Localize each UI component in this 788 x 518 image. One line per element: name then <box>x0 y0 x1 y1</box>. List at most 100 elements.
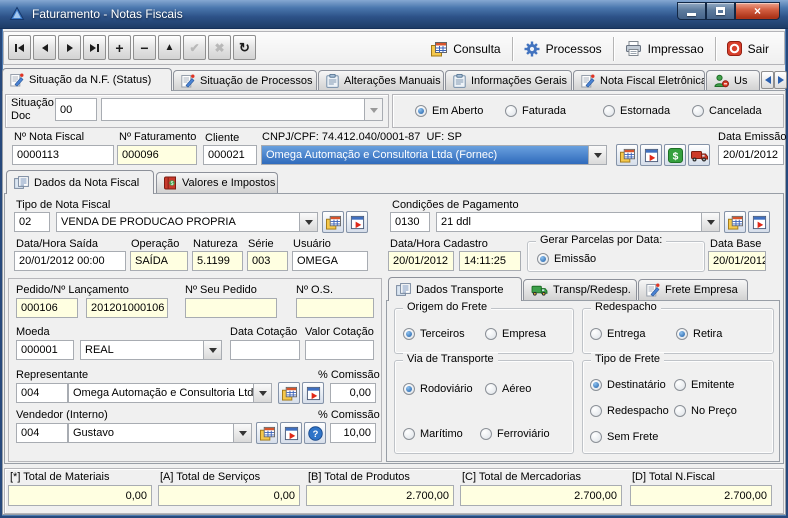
chevron-down-icon[interactable] <box>588 146 606 164</box>
radio-estornada[interactable]: Estornada <box>603 104 670 118</box>
pedido-num-input[interactable]: 201201000106 <box>86 298 168 318</box>
chevron-down-icon[interactable] <box>701 213 719 231</box>
last-record-button[interactable] <box>83 35 106 60</box>
situacao-desc-combo[interactable] <box>101 98 383 121</box>
condicoes-lookup-button[interactable] <box>724 211 746 233</box>
first-record-button[interactable] <box>8 35 31 60</box>
situacao-code-input[interactable]: 00 <box>55 98 97 121</box>
radio-maritimo[interactable]: Marítimo <box>403 427 463 441</box>
valor-cotacao-input[interactable] <box>305 340 374 360</box>
operacao-input[interactable]: SAÍDA <box>130 251 188 271</box>
nota-fiscal-input[interactable]: 0000113 <box>12 145 114 165</box>
faturamento-input[interactable]: 000096 <box>117 145 197 165</box>
radio-emitente[interactable]: Emitente <box>674 378 734 392</box>
serie-input[interactable]: 003 <box>247 251 288 271</box>
comissao1-input[interactable]: 0,00 <box>330 383 376 403</box>
radio-destinatario[interactable]: Destinatário <box>590 378 666 392</box>
radio-aereo[interactable]: Aéreo <box>485 382 531 396</box>
prior-record-button[interactable] <box>33 35 56 60</box>
maximize-button[interactable] <box>706 2 735 20</box>
radio-redespacho-frete[interactable]: Redespacho <box>590 404 669 418</box>
radio-empresa[interactable]: Empresa <box>485 327 546 341</box>
tab-scroll-right-button[interactable] <box>774 71 787 89</box>
tipo-lookup-button[interactable] <box>322 211 344 233</box>
cliente-open-form-button[interactable] <box>640 144 662 166</box>
tab-scroll-left-button[interactable] <box>761 71 774 89</box>
condicoes-combo[interactable]: 21 ddl <box>436 212 720 232</box>
tab-situacao-nf-status[interactable]: Situação da N.F. (Status) <box>2 68 172 91</box>
radio-entrega[interactable]: Entrega <box>590 327 646 341</box>
tab-informacoes-gerais[interactable]: Informações Gerais <box>445 70 572 90</box>
cliente-lookup-button[interactable] <box>616 144 638 166</box>
data-base-input[interactable]: 20/01/2012 <box>708 251 766 271</box>
chevron-down-icon[interactable] <box>364 99 382 120</box>
edit-record-button[interactable]: ▲ <box>158 35 181 60</box>
representante-cod-input[interactable]: 004 <box>16 383 68 403</box>
next-record-button[interactable] <box>58 35 81 60</box>
tab-dados-transporte[interactable]: Dados Transporte <box>388 277 522 301</box>
sair-button[interactable]: Sair <box>716 35 780 62</box>
radio-em-aberto[interactable]: Em Aberto <box>415 104 483 118</box>
natureza-input[interactable]: 5.1199 <box>192 251 243 271</box>
radio-rodoviario[interactable]: Rodoviário <box>403 382 473 396</box>
tab-valores-impostos[interactable]: $ Valores e Impostos <box>156 172 278 193</box>
chevron-down-icon[interactable] <box>253 384 271 402</box>
representante-lookup-button[interactable] <box>278 382 300 404</box>
cliente-transporte-button[interactable] <box>688 144 710 166</box>
os-input[interactable] <box>296 298 374 318</box>
refresh-record-button[interactable]: ↻ <box>233 35 256 60</box>
saida-input[interactable]: 20/01/2012 00:00 <box>14 251 126 271</box>
radio-emissao[interactable]: Emissão <box>537 252 596 266</box>
vendedor-cod-input[interactable]: 004 <box>16 423 68 443</box>
vendedor-lookup-button[interactable] <box>256 422 278 444</box>
usuario-input[interactable]: OMEGA <box>292 251 368 271</box>
moeda-cod-input[interactable]: 000001 <box>16 340 74 360</box>
tab-alteracoes-manuais[interactable]: Alterações Manuais <box>318 70 444 90</box>
radio-ferroviario[interactable]: Ferroviário <box>480 427 550 441</box>
representante-open-form-button[interactable] <box>302 382 324 404</box>
cliente-combo[interactable]: Omega Automação e Consultoria Ltda (Forn… <box>261 145 607 165</box>
chevron-down-icon[interactable] <box>233 424 251 442</box>
post-record-button[interactable]: ✔ <box>183 35 206 60</box>
close-button[interactable]: × <box>735 2 780 20</box>
minimize-button[interactable] <box>677 2 706 20</box>
radio-cancelada[interactable]: Cancelada <box>692 104 762 118</box>
processos-button[interactable]: Processos <box>513 35 613 62</box>
vendedor-combo[interactable]: Gustavo <box>68 423 252 443</box>
vendedor-help-button[interactable]: ? <box>304 422 326 444</box>
cadastro-hora-input[interactable]: 14:11:25 <box>459 251 521 271</box>
cadastro-data-input[interactable]: 20/01/2012 <box>388 251 454 271</box>
comissao2-input[interactable]: 10,00 <box>330 423 376 443</box>
pedido-cod-input[interactable]: 000106 <box>16 298 78 318</box>
radio-terceiros[interactable]: Terceiros <box>403 327 465 341</box>
tab-dados-nota-fiscal[interactable]: Dados da Nota Fiscal <box>6 170 154 194</box>
radio-retira[interactable]: Retira <box>676 327 722 341</box>
condicoes-open-form-button[interactable] <box>748 211 770 233</box>
seu-pedido-input[interactable] <box>185 298 277 318</box>
radio-sem-frete[interactable]: Sem Frete <box>590 430 658 444</box>
data-emissao-input[interactable]: 20/01/2012 <box>718 145 784 165</box>
tab-usuarios-truncated[interactable]: Us <box>706 70 760 90</box>
vendedor-open-form-button[interactable] <box>280 422 302 444</box>
tab-frete-empresa[interactable]: Frete Empresa <box>638 279 748 300</box>
insert-record-button[interactable]: + <box>108 35 131 60</box>
data-cotacao-input[interactable] <box>230 340 300 360</box>
radio-no-preco[interactable]: No Preço <box>674 404 737 418</box>
radio-faturada[interactable]: Faturada <box>505 104 566 118</box>
chevron-down-icon[interactable] <box>299 213 317 231</box>
tab-situacao-processos[interactable]: Situação de Processos <box>173 70 317 90</box>
moeda-combo[interactable]: REAL <box>80 340 222 360</box>
tipo-open-form-button[interactable] <box>346 211 368 233</box>
cancel-record-button[interactable]: ✖ <box>208 35 231 60</box>
tipo-combo[interactable]: VENDA DE PRODUCAO PROPRIA <box>56 212 318 232</box>
cliente-financeiro-button[interactable]: $ <box>664 144 686 166</box>
consulta-button[interactable]: Consulta <box>420 35 511 62</box>
tab-nota-fiscal-eletronica[interactable]: Nota Fiscal Eletrônica <box>573 70 705 90</box>
chevron-down-icon[interactable] <box>203 341 221 359</box>
impressao-button[interactable]: Impressao <box>614 35 715 62</box>
delete-record-button[interactable]: − <box>133 35 156 60</box>
representante-combo[interactable]: Omega Automação e Consultoria Ltda <box>68 383 272 403</box>
tipo-cod-input[interactable]: 02 <box>14 212 50 232</box>
tab-transp-redesp[interactable]: Transp/Redesp. <box>523 279 637 300</box>
condicoes-cod-input[interactable]: 0130 <box>390 212 430 232</box>
